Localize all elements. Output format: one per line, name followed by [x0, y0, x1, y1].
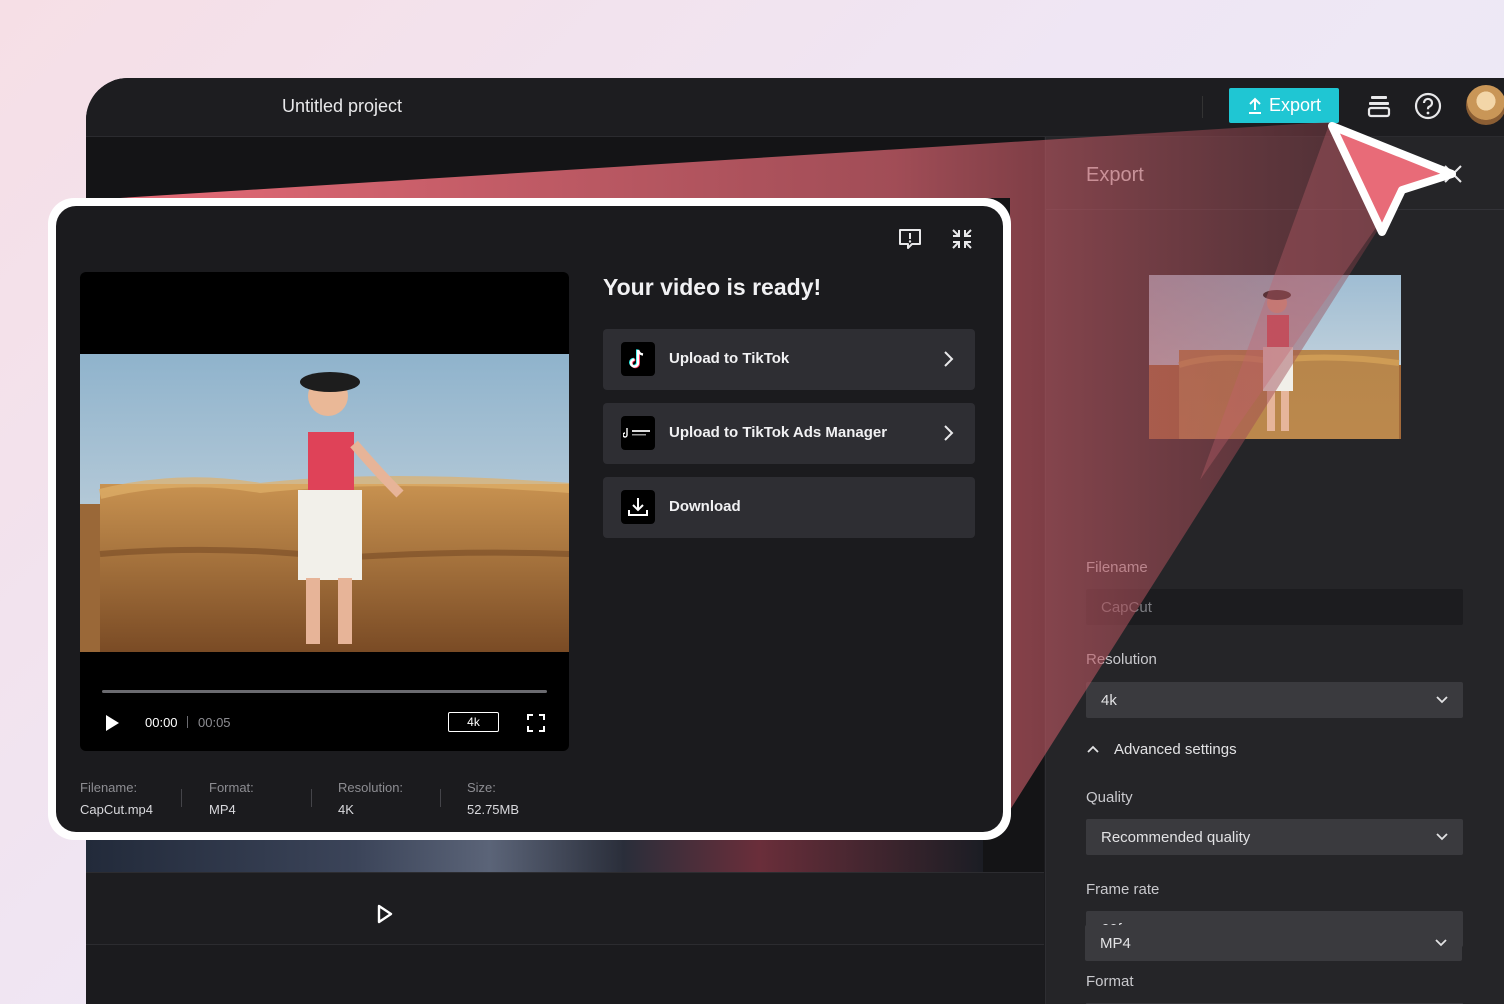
- filename-input[interactable]: CapCut: [1086, 589, 1463, 625]
- editor-preview-strip: [86, 838, 983, 872]
- upload-tiktok-ads-label: Upload to TikTok Ads Manager: [669, 424, 888, 441]
- export-panel: Export Filename CapCut Resolution 4k Adv…: [1045, 137, 1504, 1004]
- chevron-right-icon: [944, 425, 954, 441]
- project-title[interactable]: Untitled project: [282, 96, 402, 117]
- avatar[interactable]: [1466, 85, 1504, 125]
- panel-title: Export: [1086, 164, 1144, 186]
- quality-badge[interactable]: 4k: [448, 712, 499, 732]
- chevron-down-icon: [1436, 833, 1448, 841]
- format-label: Format: [1086, 973, 1134, 990]
- editor-player-bar: [86, 872, 1044, 945]
- feedback-icon[interactable]: [897, 226, 923, 252]
- advanced-settings-toggle[interactable]: Advanced settings: [1086, 741, 1237, 758]
- chevron-right-icon: [944, 351, 954, 367]
- layers-icon[interactable]: [1366, 93, 1392, 119]
- quality-value: Recommended quality: [1101, 828, 1251, 846]
- meta-divider: [311, 789, 312, 807]
- meta-resolution-value: 4K: [338, 802, 354, 817]
- fullscreen-icon[interactable]: [527, 714, 545, 732]
- play-icon[interactable]: [104, 714, 120, 732]
- tiktok-business-icon: [621, 416, 655, 450]
- meta-resolution-key: Resolution:: [338, 780, 404, 795]
- ready-title: Your video is ready!: [603, 274, 822, 300]
- chevron-up-icon: [1087, 745, 1099, 753]
- meta-divider: [440, 789, 441, 807]
- cursor-pointer-icon: [1328, 122, 1456, 236]
- export-button-label: Export: [1268, 95, 1322, 115]
- upload-tiktok-ads-button[interactable]: Upload to TikTok Ads Manager: [603, 403, 975, 464]
- resolution-select[interactable]: 4k: [1086, 682, 1463, 718]
- video-player[interactable]: 00:00 00:05 4k: [80, 272, 569, 751]
- format-select[interactable]: MP4: [1085, 925, 1462, 961]
- help-icon[interactable]: [1414, 92, 1442, 120]
- meta-size-value: 52.75MB: [467, 802, 520, 817]
- format-value: MP4: [1100, 934, 1131, 952]
- duration: 00:05: [198, 715, 231, 730]
- export-thumbnail: [1149, 275, 1401, 439]
- resolution-value: 4k: [1101, 691, 1117, 709]
- export-ready-modal: 00:00 00:05 4k Your video is ready! Uplo…: [56, 206, 1003, 832]
- divider: [1202, 96, 1203, 118]
- download-button[interactable]: Download: [603, 477, 975, 538]
- quality-select[interactable]: Recommended quality: [1086, 819, 1463, 855]
- current-time: 00:00: [145, 715, 178, 730]
- tiktok-icon: [621, 342, 655, 376]
- advanced-settings-label: Advanced settings: [1114, 741, 1237, 758]
- upload-tiktok-button[interactable]: Upload to TikTok: [603, 329, 975, 390]
- filename-label: Filename: [1086, 559, 1148, 576]
- meta-format-key: Format:: [209, 780, 254, 795]
- editor-play-icon[interactable]: [376, 904, 394, 924]
- meta-size-key: Size:: [467, 780, 496, 795]
- meta-filename-value: CapCut.mp4: [80, 802, 153, 817]
- top-bar: Untitled project Export: [86, 78, 1504, 137]
- video-frame: [80, 354, 569, 652]
- meta-format-value: MP4: [209, 802, 236, 817]
- download-icon: [621, 490, 655, 524]
- upload-tiktok-label: Upload to TikTok: [669, 350, 790, 367]
- chevron-down-icon: [1435, 939, 1447, 947]
- video-progress-bar[interactable]: [102, 690, 547, 693]
- chevron-down-icon: [1436, 696, 1448, 704]
- meta-filename-key: Filename:: [80, 780, 138, 795]
- download-label: Download: [669, 498, 741, 515]
- minimize-icon[interactable]: [949, 226, 975, 252]
- resolution-label: Resolution: [1086, 651, 1157, 668]
- framerate-label: Frame rate: [1086, 881, 1160, 898]
- quality-label: Quality: [1086, 789, 1133, 806]
- upload-icon: [1248, 97, 1261, 114]
- meta-divider: [181, 789, 182, 807]
- time-separator: [187, 716, 188, 728]
- timeline-strip: [86, 944, 1044, 1004]
